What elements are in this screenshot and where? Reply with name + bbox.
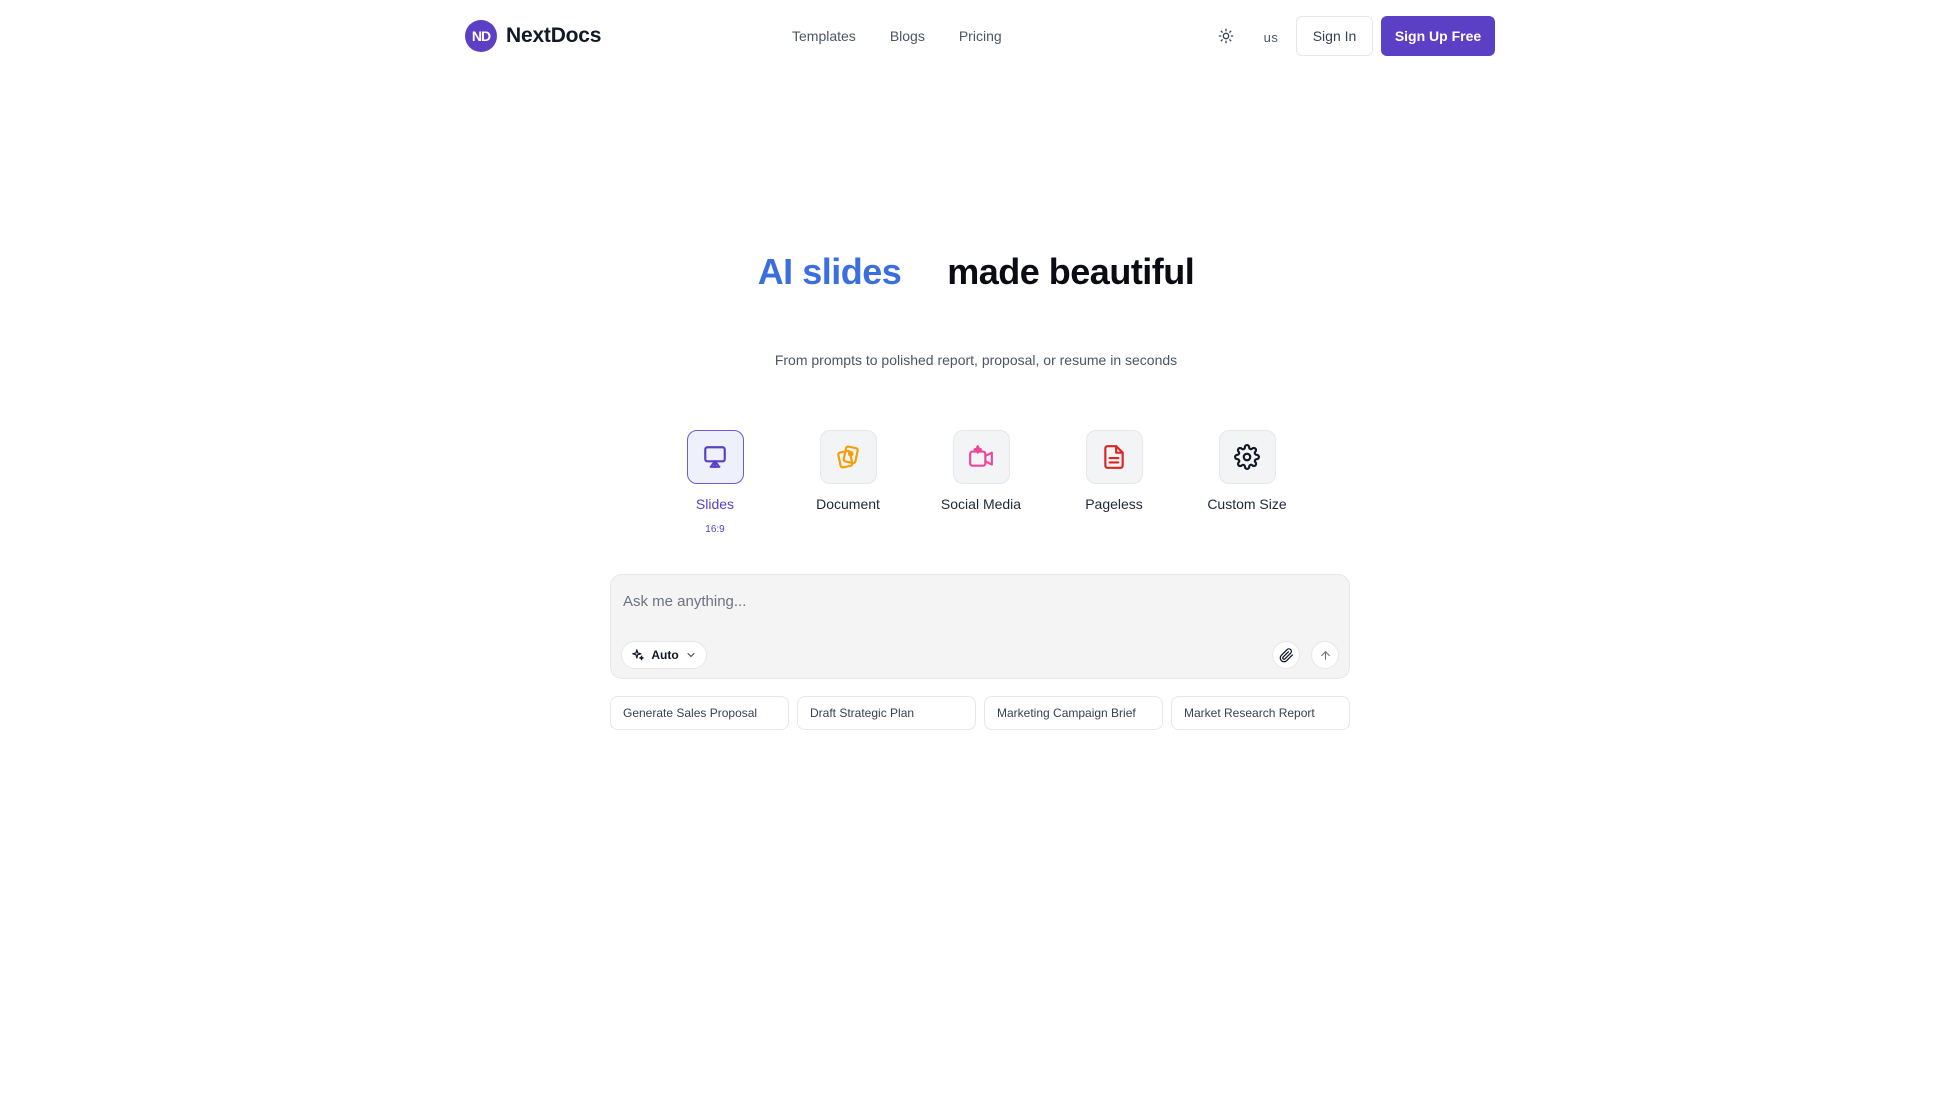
brand-name: NextDocs bbox=[506, 24, 602, 47]
format-pageless[interactable]: Pageless bbox=[1054, 430, 1174, 512]
logo-mark: ND bbox=[465, 20, 497, 52]
chevron-down-icon bbox=[687, 653, 695, 657]
page: ND NextDocs Templates Blogs Pricing us S… bbox=[0, 0, 1952, 1108]
format-slides[interactable]: Slides 16:9 bbox=[655, 430, 775, 535]
format-custom-size[interactable]: Custom Size bbox=[1187, 430, 1307, 512]
format-custom-size-label: Custom Size bbox=[1207, 496, 1287, 512]
sparkles-icon bbox=[632, 649, 645, 661]
format-document-label: Document bbox=[816, 496, 880, 512]
format-pageless-label: Pageless bbox=[1085, 496, 1143, 512]
attach-file-button[interactable] bbox=[1272, 641, 1300, 669]
mode-label: Auto bbox=[651, 648, 679, 662]
suggestion-chip[interactable]: Market Research Report bbox=[1171, 696, 1350, 730]
brand-logo[interactable]: ND NextDocs bbox=[465, 20, 601, 52]
gear-icon bbox=[1234, 444, 1260, 470]
format-slides-ratio: 16:9 bbox=[705, 524, 725, 535]
video-sparkle-icon bbox=[969, 445, 993, 467]
sun-icon bbox=[1218, 28, 1234, 44]
sign-up-button[interactable]: Sign Up Free bbox=[1381, 16, 1495, 56]
sign-in-button[interactable]: Sign In bbox=[1296, 16, 1373, 56]
nav-templates[interactable]: Templates bbox=[792, 28, 856, 44]
format-selector: Slides 16:9 Document Social Media Pagele… bbox=[0, 430, 1952, 550]
presentation-icon bbox=[704, 446, 726, 468]
format-custom-size-tile bbox=[1218, 430, 1276, 484]
suggestion-chip[interactable]: Draft Strategic Plan bbox=[797, 696, 976, 730]
format-slides-tile bbox=[686, 430, 744, 484]
mode-dropdown[interactable]: Auto bbox=[621, 641, 707, 669]
nav-pricing[interactable]: Pricing bbox=[959, 28, 1002, 44]
hero-title-rest: made beautiful bbox=[947, 251, 1195, 292]
language-selector[interactable]: us bbox=[1256, 27, 1286, 47]
format-social-media-tile bbox=[952, 430, 1010, 484]
arrow-up-icon bbox=[1320, 650, 1330, 660]
send-button[interactable] bbox=[1311, 641, 1339, 669]
file-text-icon bbox=[1104, 445, 1124, 469]
theme-toggle-button[interactable] bbox=[1212, 22, 1240, 50]
format-document[interactable]: Document bbox=[788, 430, 908, 512]
prompt-box: Auto bbox=[610, 574, 1350, 679]
nav-blogs[interactable]: Blogs bbox=[890, 28, 925, 44]
format-pageless-tile bbox=[1085, 430, 1143, 484]
hero-title-accent: AI slides bbox=[757, 251, 902, 292]
hero-title: AI slides made beautiful bbox=[0, 246, 1952, 298]
suggestion-chips: Generate Sales Proposal Draft Strategic … bbox=[610, 696, 1350, 730]
format-social-media-label: Social Media bbox=[940, 496, 1022, 512]
top-navbar: ND NextDocs Templates Blogs Pricing us S… bbox=[0, 0, 1952, 72]
cards-icon bbox=[837, 445, 859, 469]
format-slides-label: Slides bbox=[695, 496, 735, 512]
prompt-input[interactable] bbox=[623, 589, 1323, 613]
main-nav: Templates Blogs Pricing bbox=[792, 24, 1002, 48]
format-social-media[interactable]: Social Media bbox=[921, 430, 1041, 512]
suggestion-chip[interactable]: Marketing Campaign Brief bbox=[984, 696, 1163, 730]
format-document-tile bbox=[819, 430, 877, 484]
suggestion-chip[interactable]: Generate Sales Proposal bbox=[610, 696, 789, 730]
paperclip-icon bbox=[1279, 647, 1293, 662]
hero-subtitle: From prompts to polished report, proposa… bbox=[774, 352, 1178, 368]
